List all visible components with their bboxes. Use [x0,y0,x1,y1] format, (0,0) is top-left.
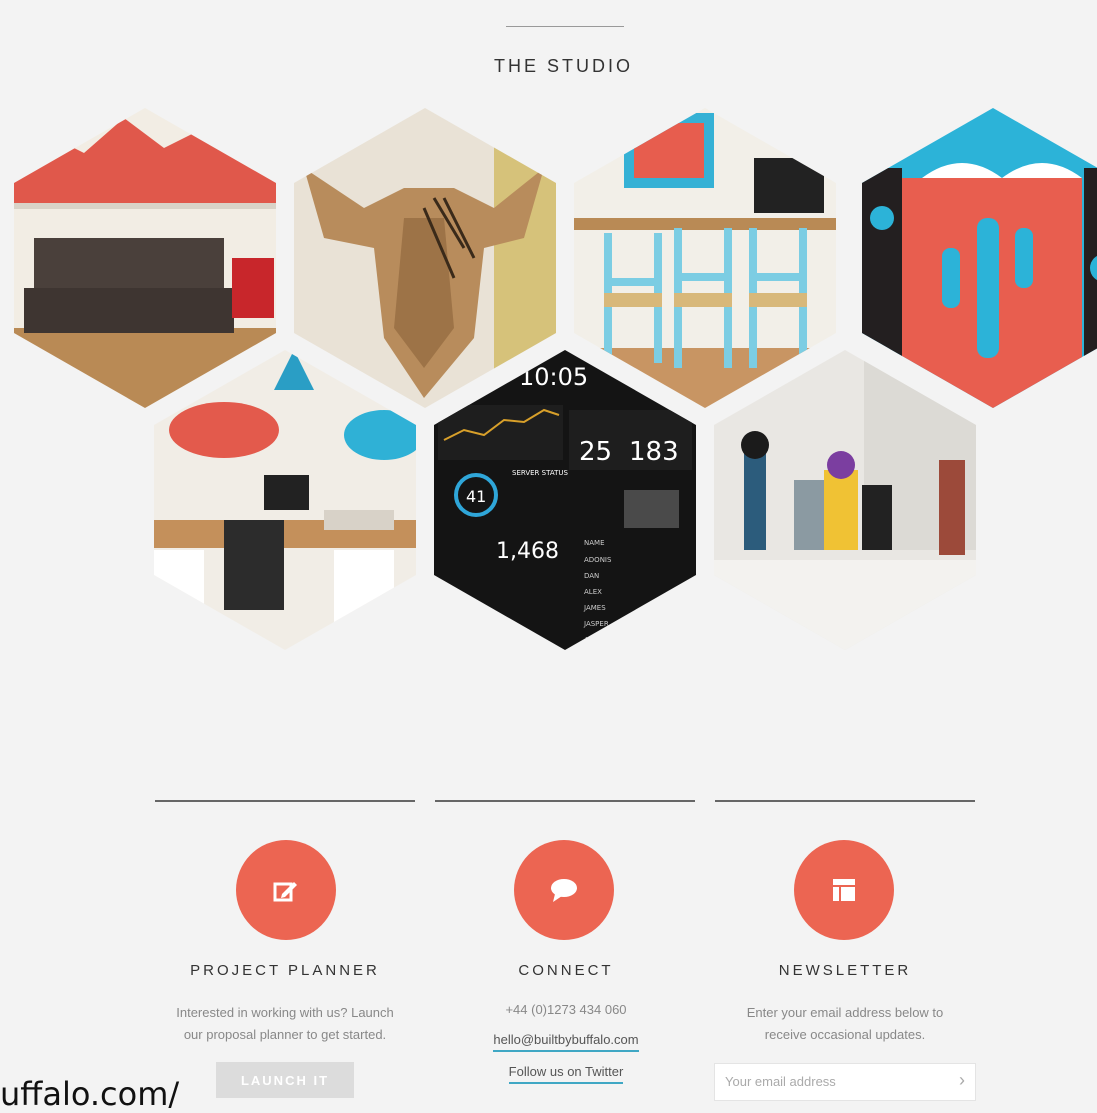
chat-bubble-icon[interactable] [514,840,614,940]
newsletter-form: › [714,1063,976,1101]
connect-divider [435,800,695,802]
planner-description: Interested in working with us? Launch ou… [155,1002,415,1046]
planner-divider [155,800,415,802]
email-input[interactable] [715,1064,935,1098]
newsletter-text-line2: receive occasional updates. [764,1027,926,1042]
newsletter-text-line1: Enter your email address below to [746,1005,944,1020]
dash-gauge: 41 [466,487,486,506]
top-divider [506,26,624,27]
dashboard-photo[interactable]: 25 183 10:05 41 SERVER STATUS 1,468 NAME… [434,350,696,650]
url-overlay-text: uffalo.com/ [0,1075,180,1113]
blue-chairs-photo[interactable] [574,108,836,408]
cardboard-buffalo-photo[interactable] [294,108,556,408]
layout-icon[interactable] [794,840,894,940]
email-link[interactable]: hello@builtbybuffalo.com [436,1032,696,1052]
dash-clock: 10:05 [519,363,588,391]
launch-button[interactable]: LAUNCH IT [216,1062,354,1098]
twitter-link-text[interactable]: Follow us on Twitter [508,1064,624,1084]
dash-status-label: SERVER STATUS [512,469,568,477]
svg-text:ADONIS: ADONIS [584,556,612,564]
studio-heading: THE STUDIO [493,56,633,76]
cactus-mural-photo[interactable] [862,108,1097,408]
svg-text:DAN: DAN [584,572,599,580]
newsletter-divider [715,800,975,802]
sofa-photo[interactable] [14,108,276,408]
submit-arrow-icon[interactable]: › [959,1070,965,1091]
edit-icon[interactable] [236,840,336,940]
svg-text:ALEX: ALEX [584,588,602,596]
svg-text:NAME: NAME [584,539,605,547]
dash-stat-a: 25 [579,437,612,467]
connect-title: CONNECT [518,962,614,979]
newsletter-description: Enter your email address below to receiv… [715,1002,975,1046]
dash-count: 1,468 [496,539,559,564]
desk-mural-photo[interactable] [154,350,416,650]
planner-text-line1: Interested in working with us? Launch [176,1005,394,1020]
email-link-text[interactable]: hello@builtbybuffalo.com [493,1032,639,1052]
newsletter-title: NEWSLETTER [778,962,912,979]
svg-text:AREN: AREN [584,636,603,644]
toys-photo[interactable] [714,350,976,650]
phone-number: +44 (0)1273 434 060 [505,1002,627,1017]
svg-text:JAMES: JAMES [583,604,606,612]
svg-text:JASPER: JASPER [583,620,609,628]
planner-title: PROJECT PLANNER [190,962,380,979]
dash-stat-b: 183 [629,437,679,467]
planner-text-line2: our proposal planner to get started. [183,1027,387,1042]
twitter-link[interactable]: Follow us on Twitter [436,1064,696,1084]
